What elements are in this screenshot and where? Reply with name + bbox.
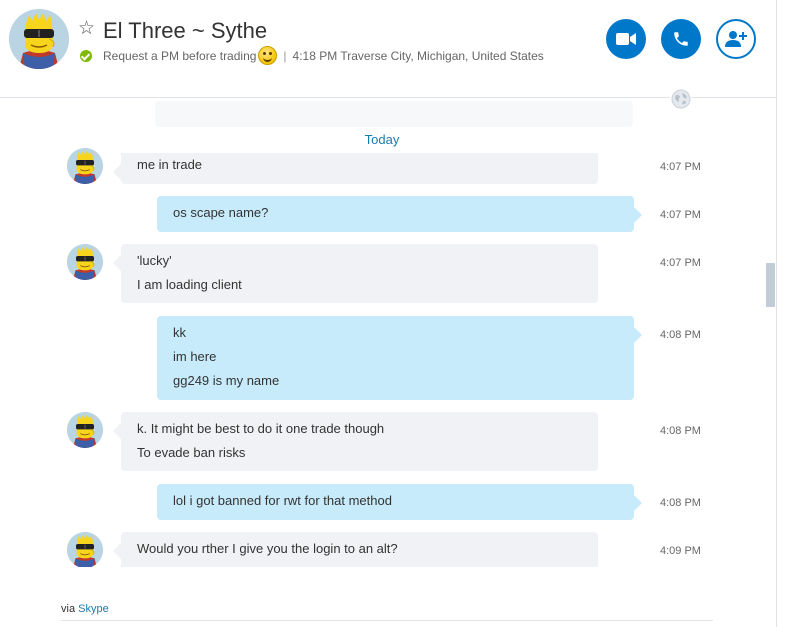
add-people-button[interactable] xyxy=(716,19,756,59)
message-text: To evade ban risks xyxy=(137,445,246,460)
local-time-location: 4:18 PM Traverse City, Michigan, United … xyxy=(292,48,544,63)
status-separator: | xyxy=(283,48,287,63)
avatar[interactable] xyxy=(67,412,103,448)
message-time: 4:08 PM xyxy=(660,497,701,509)
message-time: 4:08 PM xyxy=(660,329,701,341)
via-skype-label: via Skype xyxy=(61,602,109,616)
scrollbar-track[interactable] xyxy=(776,0,777,627)
status-line: Request a PM before trading | 4:18 PM Tr… xyxy=(103,46,544,65)
message-bubble[interactable]: lol i got banned for rwt for that method xyxy=(157,484,642,520)
avatar[interactable] xyxy=(67,148,103,184)
message-bubble[interactable]: k. It might be best to do it one trade t… xyxy=(113,412,598,471)
message-text: im here xyxy=(173,349,217,364)
voice-call-button[interactable] xyxy=(661,19,701,59)
message-text: os scape name? xyxy=(173,205,269,220)
conversation-history[interactable]: Today me in trade 4:07 PM os scape name?… xyxy=(0,99,776,567)
chat-header: ☆ El Three ~ Sythe Request a PM before t… xyxy=(0,0,776,98)
day-divider: Today xyxy=(364,132,400,147)
message-time: 4:07 PM xyxy=(660,209,701,221)
message-bubble[interactable]: kk im here gg249 is my name xyxy=(157,316,642,400)
message-text: lol i got banned for rwt for that method xyxy=(173,493,392,508)
video-call-button[interactable] xyxy=(606,19,646,59)
message-text: me in trade xyxy=(137,157,203,172)
mood-message: Request a PM before trading xyxy=(103,48,257,63)
message-text: kk xyxy=(173,325,186,340)
message-time: 4:08 PM xyxy=(660,425,701,437)
message-time: 4:07 PM xyxy=(660,161,701,173)
message-text: 'lucky' xyxy=(137,253,172,268)
contact-avatar[interactable] xyxy=(9,9,69,69)
star-icon[interactable]: ☆ xyxy=(78,17,95,41)
skype-link[interactable]: Skype xyxy=(78,603,109,615)
message-time: 4:09 PM xyxy=(660,545,701,557)
message-text: I am loading client xyxy=(137,277,242,292)
message-text: gg249 is my name xyxy=(173,373,280,388)
smiley-icon xyxy=(258,46,278,65)
contact-name[interactable]: El Three ~ Sythe xyxy=(103,17,267,45)
previous-message-faded xyxy=(155,101,633,127)
message-text: Would you rther I give you the login to … xyxy=(137,541,398,556)
phone-icon xyxy=(674,32,688,46)
message-bubble[interactable]: 'lucky' I am loading client xyxy=(113,244,598,303)
message-bubble[interactable]: os scape name? xyxy=(157,196,642,232)
scrollbar-thumb[interactable] xyxy=(766,263,775,307)
message-bubble[interactable]: me in trade xyxy=(113,153,598,184)
avatar[interactable] xyxy=(67,244,103,280)
online-check-icon xyxy=(80,50,92,62)
avatar[interactable] xyxy=(67,532,103,567)
via-prefix: via xyxy=(61,603,76,615)
video-call-icon xyxy=(616,33,636,45)
message-text: k. It might be best to do it one trade t… xyxy=(137,421,385,436)
message-time: 4:07 PM xyxy=(660,257,701,269)
divider xyxy=(61,620,713,621)
add-person-icon xyxy=(725,31,747,47)
message-bubble[interactable]: Would you rther I give you the login to … xyxy=(113,532,598,567)
